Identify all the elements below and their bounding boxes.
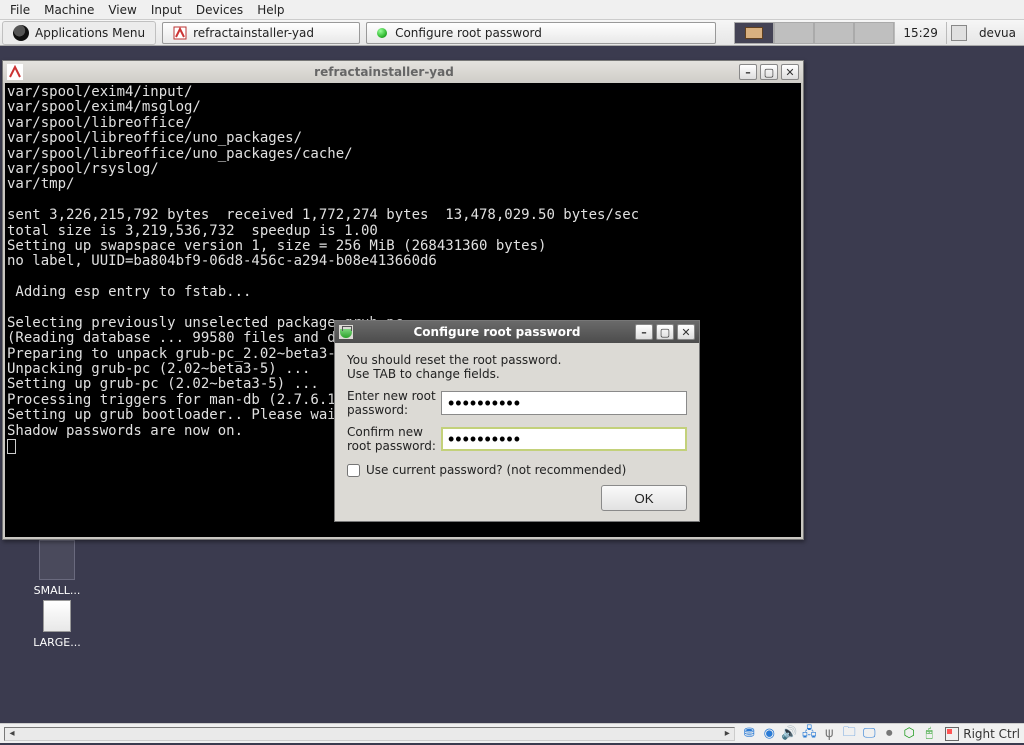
refracta-icon bbox=[173, 26, 187, 40]
desktop-icon-large[interactable]: LARGE... bbox=[22, 596, 92, 649]
user-label: devua bbox=[971, 26, 1024, 40]
network-icon[interactable]: 🖧 bbox=[801, 726, 817, 742]
menu-help[interactable]: Help bbox=[253, 1, 294, 19]
confirm-password-label: Confirm new root password: bbox=[347, 425, 441, 453]
maximize-button[interactable]: ▢ bbox=[656, 324, 674, 340]
mouse-integration-icon[interactable]: 🖰 bbox=[921, 726, 937, 742]
vbox-indicator-tray: ⛃ ◉ 🔊 🖧 ψ 🗀 🖵 ⏺ ⬡ 🖰 bbox=[741, 726, 937, 742]
menu-view[interactable]: View bbox=[104, 1, 146, 19]
new-password-input[interactable] bbox=[441, 391, 687, 415]
disk-icon bbox=[39, 540, 75, 580]
menu-devices[interactable]: Devices bbox=[192, 1, 253, 19]
dialog-titlebar[interactable]: Configure root password – ▢ ✕ bbox=[335, 321, 699, 343]
use-current-password-label: Use current password? (not recommended) bbox=[366, 463, 626, 477]
taskbar-item-label: refractainstaller-yad bbox=[193, 26, 314, 40]
desktop-icon-label: LARGE... bbox=[22, 636, 92, 649]
use-current-password-checkbox[interactable] bbox=[347, 464, 360, 477]
panel-clock[interactable]: 15:29 bbox=[894, 22, 947, 44]
close-button[interactable]: ✕ bbox=[677, 324, 695, 340]
menu-machine[interactable]: Machine bbox=[40, 1, 104, 19]
cursor bbox=[7, 439, 16, 454]
workspace-1[interactable] bbox=[734, 22, 774, 44]
dialog-text-2: Use TAB to change fields. bbox=[347, 367, 687, 381]
minimize-button[interactable]: – bbox=[635, 324, 653, 340]
root-password-dialog: Configure root password – ▢ ✕ You should… bbox=[334, 320, 700, 522]
file-icon bbox=[43, 600, 71, 632]
applications-menu-button[interactable]: Applications Menu bbox=[2, 21, 156, 45]
refracta-icon bbox=[7, 64, 23, 80]
ok-button[interactable]: OK bbox=[601, 485, 687, 511]
host-key-label: Right Ctrl bbox=[963, 727, 1020, 741]
desktop-icon-small[interactable]: SMALL... bbox=[22, 540, 92, 597]
recording-icon[interactable]: ⏺ bbox=[881, 726, 897, 742]
minimize-button[interactable]: – bbox=[739, 64, 757, 80]
applications-menu-label: Applications Menu bbox=[35, 26, 145, 40]
workspace-4[interactable] bbox=[854, 22, 894, 44]
taskbar-item-refractainstaller[interactable]: refractainstaller-yad bbox=[162, 22, 360, 44]
vbox-statusbar: ◂ ▸ ⛃ ◉ 🔊 🖧 ψ 🗀 🖵 ⏺ ⬡ 🖰 Right Ctrl bbox=[0, 723, 1024, 743]
guest-desktop: Applications Menu refractainstaller-yad … bbox=[0, 20, 1024, 723]
guest-additions-icon[interactable]: ⬡ bbox=[901, 726, 917, 742]
close-button[interactable]: ✕ bbox=[781, 64, 799, 80]
audio-icon[interactable]: 🔊 bbox=[781, 726, 797, 742]
terminal-titlebar[interactable]: refractainstaller-yad – ▢ ✕ bbox=[3, 61, 803, 83]
workspace-2[interactable] bbox=[774, 22, 814, 44]
display-icon[interactable]: 🖵 bbox=[861, 726, 877, 742]
host-key-indicator[interactable]: Right Ctrl bbox=[945, 727, 1020, 741]
menu-input[interactable]: Input bbox=[147, 1, 192, 19]
xfce-panel: Applications Menu refractainstaller-yad … bbox=[0, 20, 1024, 46]
usb-icon[interactable]: ψ bbox=[821, 726, 837, 742]
tray-icon[interactable] bbox=[951, 25, 967, 41]
maximize-button[interactable]: ▢ bbox=[760, 64, 778, 80]
scroll-left-icon[interactable]: ◂ bbox=[5, 728, 19, 740]
scroll-right-icon[interactable]: ▸ bbox=[720, 728, 734, 740]
devuan-logo-icon bbox=[13, 25, 29, 41]
optical-disk-icon[interactable]: ◉ bbox=[761, 726, 777, 742]
workspace-switcher[interactable] bbox=[734, 22, 894, 44]
taskbar-item-configure-root[interactable]: Configure root password bbox=[366, 22, 716, 44]
new-password-label: Enter new root password: bbox=[347, 389, 441, 417]
dialog-text-1: You should reset the root password. bbox=[347, 353, 687, 367]
window-title: refractainstaller-yad bbox=[29, 65, 739, 79]
flask-icon bbox=[339, 325, 353, 339]
shared-folders-icon[interactable]: 🗀 bbox=[841, 726, 857, 742]
confirm-password-input[interactable] bbox=[441, 427, 687, 451]
menu-file[interactable]: File bbox=[6, 1, 40, 19]
dialog-title: Configure root password bbox=[359, 325, 635, 339]
hard-disk-icon[interactable]: ⛃ bbox=[741, 726, 757, 742]
dialog-icon bbox=[377, 28, 387, 38]
vbox-menubar: File Machine View Input Devices Help bbox=[0, 0, 1024, 20]
taskbar-item-label: Configure root password bbox=[395, 26, 542, 40]
workspace-3[interactable] bbox=[814, 22, 854, 44]
keyboard-icon bbox=[945, 727, 959, 741]
vbox-scrollbar[interactable]: ◂ ▸ bbox=[4, 727, 735, 741]
